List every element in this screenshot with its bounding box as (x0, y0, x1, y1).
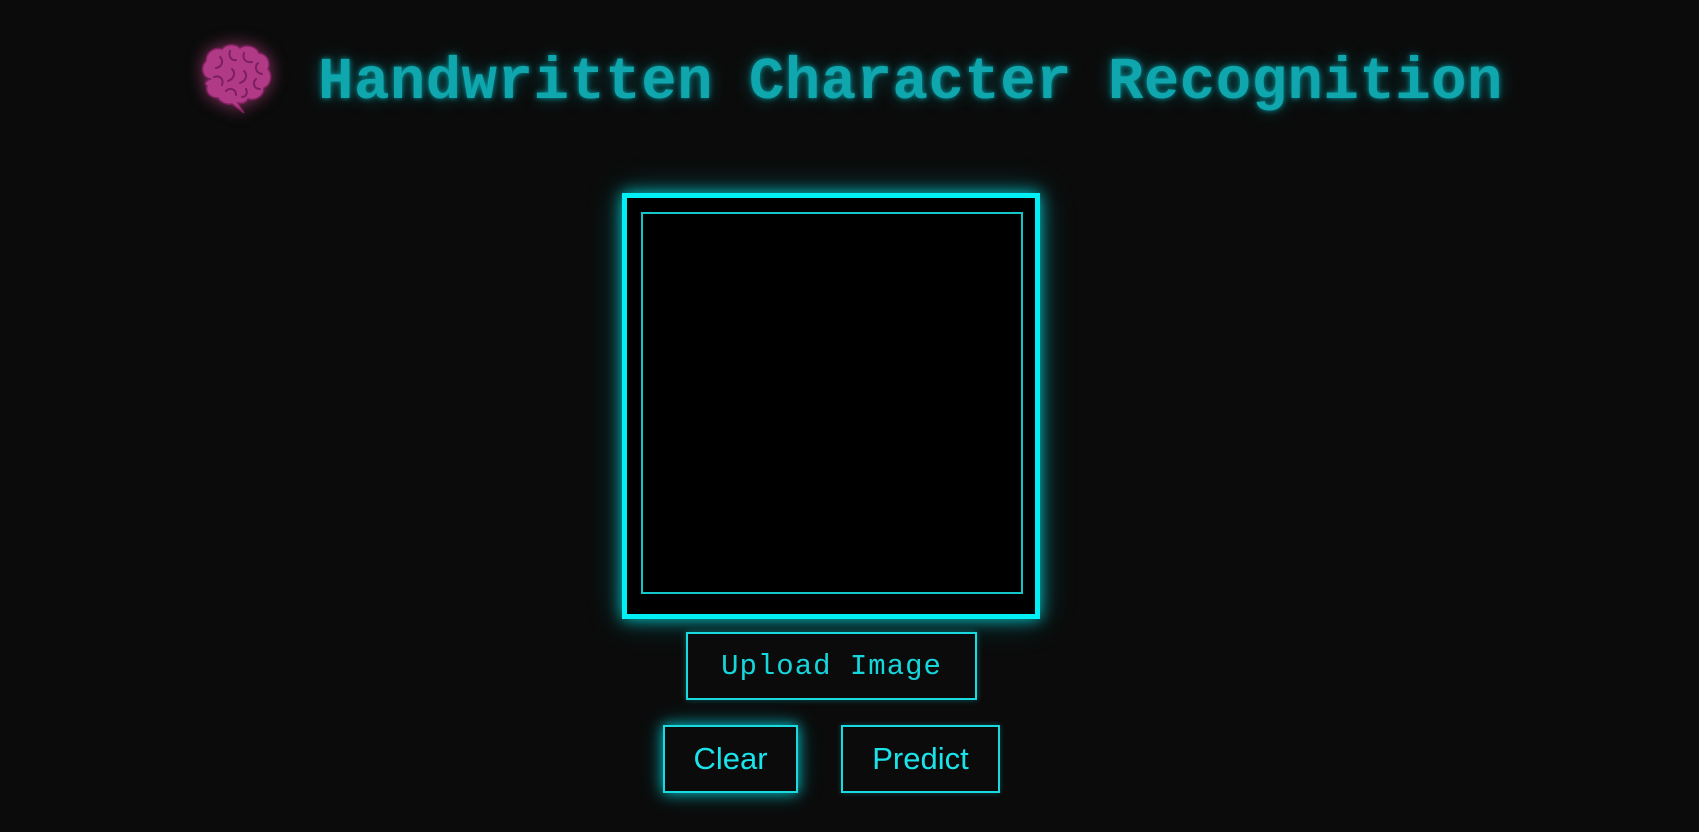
drawing-canvas-frame (622, 193, 1040, 619)
brain-icon (196, 41, 274, 115)
page-title: Handwritten Character Recognition (318, 48, 1503, 116)
upload-image-button[interactable]: Upload Image (686, 632, 977, 700)
app-header: Handwritten Character Recognition (0, 32, 1699, 132)
drawing-canvas[interactable] (641, 212, 1023, 594)
clear-button[interactable]: Clear (663, 725, 798, 793)
predict-button[interactable]: Predict (841, 725, 1000, 793)
